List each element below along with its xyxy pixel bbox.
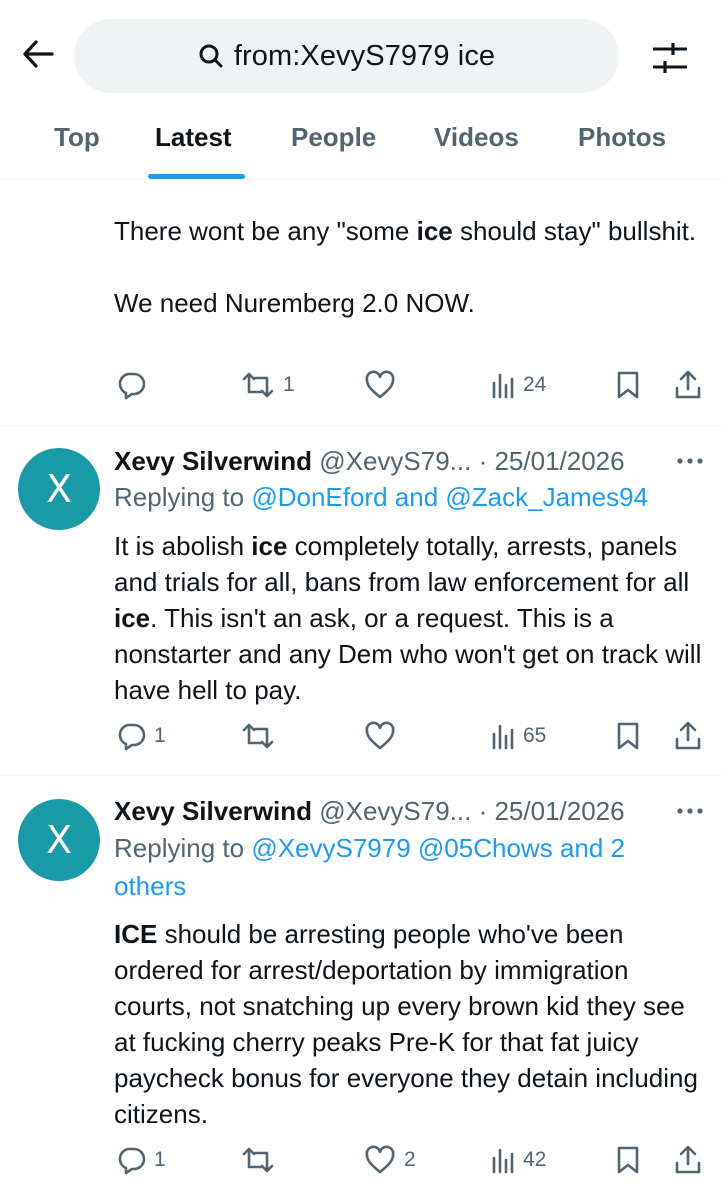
share-icon [675, 1145, 701, 1174]
tweet-text: ICE should be arresting people who've be… [114, 919, 698, 1129]
sliders-icon [653, 43, 687, 73]
heart-icon [365, 1145, 395, 1174]
heart-icon [365, 721, 395, 750]
bookmark-button[interactable] [616, 367, 640, 403]
bookmark-icon [617, 722, 639, 750]
tweet-text: There wont be any "some ice should stay"… [114, 216, 697, 318]
like-button[interactable] [364, 718, 404, 754]
tab-latest[interactable]: Latest [155, 122, 232, 153]
replying-to-mentions[interactable]: @DonEford and @Zack_James94 [251, 482, 648, 512]
share-button[interactable] [674, 367, 702, 403]
tweet-header: Xevy Silverwind @XevyS79... · 25/01/2026 [114, 796, 625, 827]
analytics-icon [492, 373, 514, 399]
reply-button[interactable]: 1 [116, 1142, 166, 1178]
retweet-icon [242, 723, 274, 749]
arrow-left-icon [23, 40, 54, 68]
bookmark-icon [617, 1146, 639, 1174]
reply-icon [118, 372, 146, 400]
tab-videos[interactable]: Videos [434, 122, 519, 153]
retweet-icon [242, 372, 274, 398]
author-name[interactable]: Xevy Silverwind [114, 446, 312, 476]
search-filter-button[interactable] [648, 38, 692, 78]
tweet-header: Xevy Silverwind @XevyS79... · 25/01/2026 [114, 446, 625, 477]
analytics-icon [492, 1148, 514, 1174]
retweet-button[interactable]: 1 [241, 367, 295, 403]
replying-to: Replying to @XevyS7979 @05Chows and 2 ot… [114, 833, 625, 901]
author-name[interactable]: Xevy Silverwind [114, 796, 312, 826]
avatar[interactable]: X [18, 448, 100, 530]
retweet-button[interactable] [241, 718, 283, 754]
like-button[interactable]: 2 [364, 1142, 416, 1178]
reply-icon [118, 723, 146, 751]
search-icon [198, 42, 226, 70]
author-handle[interactable]: @XevyS79... [319, 446, 471, 476]
tweet-actions: 1 2 42 [0, 1142, 722, 1178]
tweet-actions: 1 24 [0, 367, 722, 403]
tweet-date[interactable]: · 25/01/2026 [479, 446, 625, 476]
tweet-text: It is abolish ice completely totally, ar… [114, 531, 702, 705]
tab-people[interactable]: People [291, 122, 376, 153]
tweet[interactable]: There wont be any "some ice should stay"… [0, 181, 722, 426]
heart-icon [365, 370, 395, 399]
replying-to: Replying to @DonEford and @Zack_James94 [114, 482, 649, 512]
share-icon [675, 721, 701, 750]
share-icon [675, 370, 701, 399]
bookmark-button[interactable] [616, 1142, 640, 1178]
active-tab-indicator [148, 174, 245, 179]
avatar[interactable]: X [18, 799, 100, 881]
tweet-actions: 1 65 [0, 718, 722, 754]
more-options-icon[interactable] [676, 456, 704, 466]
share-button[interactable] [674, 1142, 702, 1178]
share-button[interactable] [674, 718, 702, 754]
bookmark-icon [617, 371, 639, 399]
more-options-icon[interactable] [676, 806, 704, 816]
bookmark-button[interactable] [616, 718, 640, 754]
tab-photos[interactable]: Photos [578, 122, 666, 153]
reply-icon [118, 1147, 146, 1175]
retweet-icon [242, 1147, 274, 1173]
back-button[interactable] [18, 34, 58, 74]
tweet[interactable]: X Xevy Silverwind @XevyS79... · 25/01/20… [0, 776, 722, 1200]
views-button[interactable]: 65 [491, 718, 546, 754]
author-handle[interactable]: @XevyS79... [319, 796, 471, 826]
views-button[interactable]: 24 [491, 367, 546, 403]
tweet-date[interactable]: · 25/01/2026 [479, 796, 625, 826]
like-button[interactable] [364, 367, 404, 403]
tweet[interactable]: X Xevy Silverwind @XevyS79... · 25/01/20… [0, 426, 722, 776]
analytics-icon [492, 724, 514, 750]
search-tabs: Top Latest People Videos Photos [0, 110, 722, 180]
reply-button[interactable] [116, 367, 154, 403]
reply-button[interactable]: 1 [116, 718, 166, 754]
search-query-text: from:XevyS7979 ice [233, 39, 496, 72]
tab-top[interactable]: Top [54, 122, 100, 153]
views-button[interactable]: 42 [491, 1142, 546, 1178]
retweet-button[interactable] [241, 1142, 283, 1178]
search-input[interactable]: from:XevyS7979 ice [74, 19, 619, 93]
